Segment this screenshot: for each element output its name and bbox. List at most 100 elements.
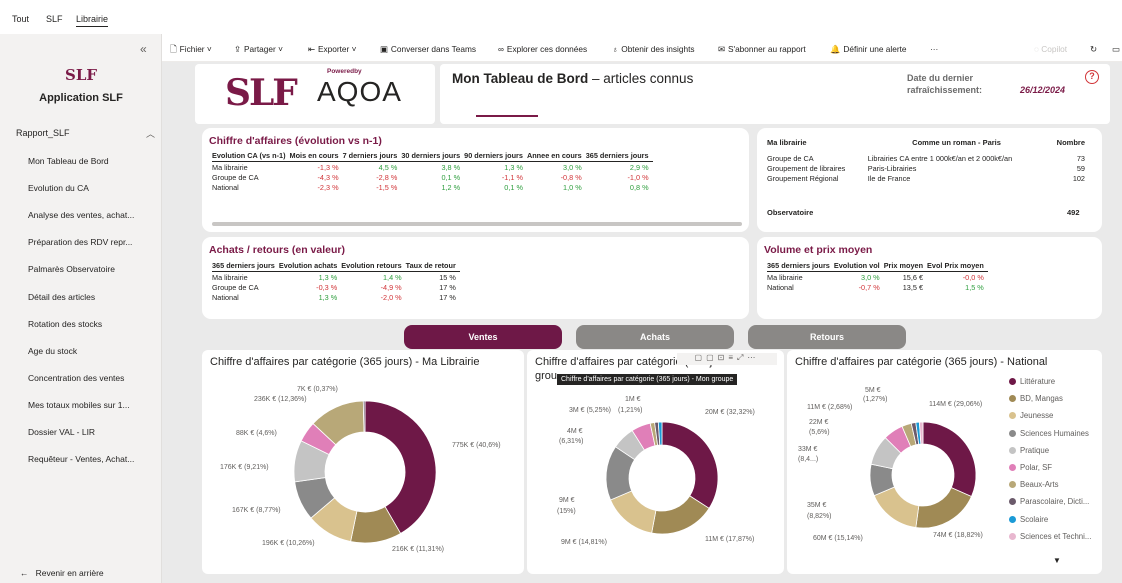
legend-item[interactable]: Beaux-Arts [1009,480,1059,489]
copilot-button[interactable]: ◌ Copilot [1034,44,1067,54]
legend-label: Littérature [1020,377,1056,386]
sidebar-item[interactable]: Concentration des ventes [28,373,124,383]
legend-label: Pratique [1020,445,1050,455]
sidebar-item[interactable]: Evolution du CA [28,183,89,193]
more-button[interactable]: ··· [930,44,938,54]
explore-button[interactable]: ∞ Explorer ces données [498,44,587,54]
data-label: 33M € [798,446,818,453]
legend-item[interactable]: Scolaire [1009,515,1048,524]
insights-button[interactable]: ♁ Obtenir des insights [612,44,695,54]
sidebar-section-rapport[interactable]: Rapport_SLF ︿ [0,122,162,144]
legend-dot [1009,378,1016,385]
table-row: National -2,3 % -1,5 % 1,2 % 0,1 % 1,0 % 0,8 % [212,183,649,192]
retours-button[interactable]: Retours [748,325,906,349]
horizontal-scrollbar[interactable] [212,222,742,226]
legend-item[interactable]: BD, Mangas [1009,394,1063,403]
ca-table: Evolution CA (vs n-1) Mois en cours 7 dern… [212,151,653,192]
chevron-up-icon: ︿ [146,129,156,139]
collapse-icon[interactable]: « [140,42,147,56]
logo-card: SLF Poweredby AQOA [195,64,435,124]
ventes-button[interactable]: Ventes [404,325,562,349]
legend-item[interactable]: Sciences Humaines [1009,429,1089,438]
export-menu[interactable]: ⇤ Exporter ˅ [308,44,356,54]
title-underline [476,115,538,117]
data-label: 1M € [625,396,641,403]
teams-icon: ▣ [380,44,388,54]
sidebar-item[interactable]: Requêteur - Ventes, Achat... [28,454,134,464]
teams-button[interactable]: ▣ Converser dans Teams [380,44,476,54]
back-label: Revenir en arrière [35,568,104,578]
page-title: Mon Tableau de Bord – articles connus [452,71,694,86]
data-label: 9M € (14,81%) [561,539,607,546]
achats-button[interactable]: Achats [576,325,734,349]
legend-dot [1009,446,1016,454]
table-row: Ma librairie 1,3 % 1,4 % 15 % [212,273,456,282]
legend-label: Parascolaire, Dicti... [1020,497,1090,507]
sidebar-item[interactable]: Rotation des stocks [28,319,102,329]
donut-slice[interactable] [661,421,719,509]
achats-card: Achats / retours (en valeur) 365 dernier… [202,237,749,319]
legend-label: Beaux-Arts [1020,480,1059,490]
table-row: National -0,7 % 13,5 €1,5 % [767,283,984,292]
table-row: Groupe de CA -4,3 % -2,8 % 0,1 % -1,1 % -0,8 … [212,173,649,182]
legend-dot [1009,429,1016,437]
slf-logo: SLF [225,72,298,114]
chart-mon-groupe: Chiffre d'affaires par catégorie (365 jo… [527,350,784,574]
back-button[interactable]: ← Revenir en arrière [20,568,104,578]
info-table: Ma librairie Comme un roman - Paris Nombre… [767,138,1089,183]
legend-dot [1009,464,1016,471]
refresh-label-1: Date du dernier [907,73,974,83]
title-card: Mon Tableau de Bord – articles connus Da… [440,64,1110,124]
data-label: 9M € [559,497,575,504]
legend-item[interactable]: Littérature [1009,377,1055,386]
file-menu[interactable]: 🗋 Fichier ˅ [170,44,212,58]
bell-icon: 🔔 [830,44,841,54]
tab-slf[interactable]: SLF [46,14,63,24]
legend-item[interactable]: Polar, SF [1009,463,1052,472]
data-label: 775K € (40,6%) [452,442,501,449]
data-label: 20M € (32,32%) [705,409,755,416]
legend-item[interactable]: Sciences et Techni... [1009,532,1091,541]
sidebar-item[interactable]: Dossier VAL - LIR [28,427,95,437]
table-row: Groupement de libraires Paris-Librairies 5… [767,164,1085,173]
legend-label: Polar, SF [1020,463,1053,472]
chart-national: Chiffre d'affaires par catégorie (365 jo… [787,350,1102,574]
comment-icon[interactable]: ▭ [1112,44,1120,54]
binoculars-icon: ∞ [498,44,504,54]
donut-slice[interactable] [362,400,366,433]
legend-item[interactable]: Jeunesse [1009,411,1053,420]
sidebar-item[interactable]: Préparation des RDV repr... [28,237,132,247]
volume-table: 365 derniers jours Evolution vol Prix moye… [767,261,988,292]
alert-button[interactable]: 🔔 Définir une alerte [830,44,907,55]
tab-librairie[interactable]: Librairie [76,14,109,27]
data-label: 216K € (11,31%) [392,546,445,553]
observatoire-label: Observatoire [767,208,814,217]
achats-title: Achats / retours (en valeur) [209,244,345,256]
legend-scroll-down-icon[interactable]: ▼ [1053,556,1061,565]
donut-slice[interactable] [915,487,972,529]
sidebar-item[interactable]: Mes totaux mobiles sur 1... [28,400,130,410]
sidebar-item[interactable]: Palmarès Observatoire [28,264,115,274]
data-label: 7K € (0,37%) [297,386,338,393]
report-canvas: SLF Poweredby AQOA Mon Tableau de Bord –… [162,62,1122,583]
share-menu[interactable]: ⇪ Partager ˅ [234,44,283,54]
sidebar-item[interactable]: Détail des articles [28,292,95,302]
sidebar-item[interactable]: Age du stock [28,346,77,356]
donut-slice[interactable] [922,421,977,498]
data-label: (5,6%) [809,429,830,436]
tab-tout[interactable]: Tout [12,14,29,24]
legend-label: Sciences Humaines [1020,428,1089,438]
legend-item[interactable]: Parascolaire, Dicti... [1009,497,1089,506]
table-row: Groupement Régional Ile de France 102 [767,174,1085,183]
section-label: Rapport_SLF [16,128,70,138]
help-icon[interactable]: ? [1085,70,1099,84]
lightbulb-icon: ♁ [612,44,619,54]
sidebar-item[interactable]: Analyse des ventes, achat... [28,210,134,220]
sidebar-item[interactable]: Mon Tableau de Bord [28,156,109,166]
data-label: 35M € [807,502,827,509]
legend-item[interactable]: Pratique [1009,446,1049,455]
data-label: 88K € (4,6%) [236,430,277,437]
refresh-icon[interactable]: ↻ [1090,44,1097,54]
subscribe-button[interactable]: ✉ S'abonner au rapport [718,44,806,54]
data-label: 11M € (17,87%) [705,536,755,543]
